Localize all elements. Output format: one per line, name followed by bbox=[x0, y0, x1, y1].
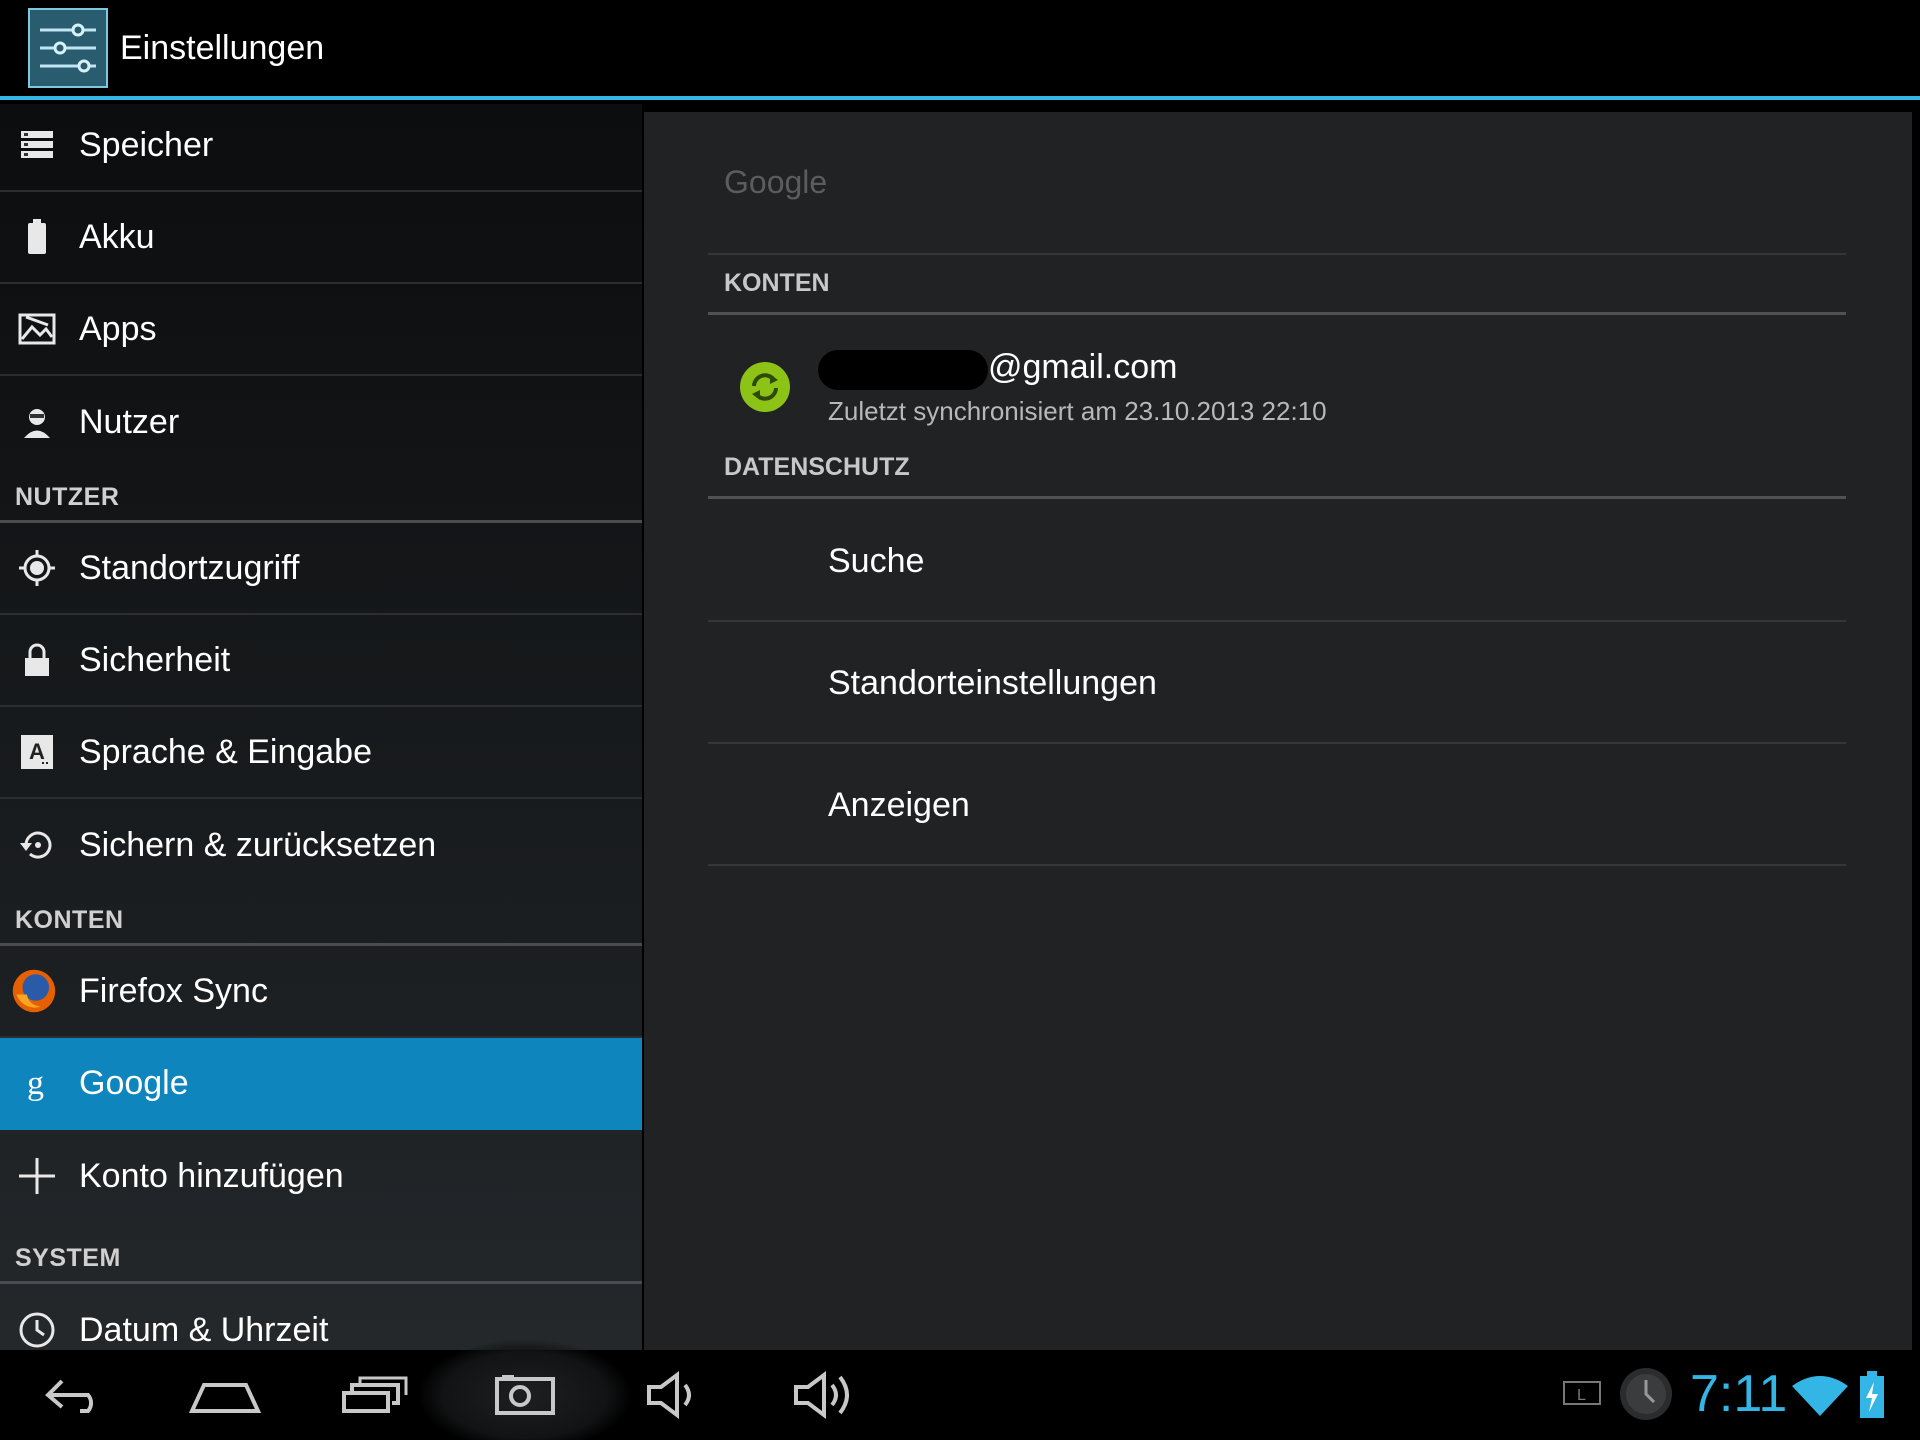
privacy-item-label: Anzeigen bbox=[828, 785, 970, 824]
settings-sliders-icon[interactable] bbox=[28, 8, 108, 88]
storage-icon bbox=[17, 125, 57, 165]
google-icon: g bbox=[17, 1063, 57, 1103]
list-item-label: Sichern & zurücksetzen bbox=[79, 825, 437, 864]
list-item-label: Sprache & Eingabe bbox=[79, 732, 372, 771]
list-item-standortzugriff[interactable]: Standortzugriff bbox=[0, 523, 642, 615]
account-email: @gmail.com bbox=[988, 348, 1178, 386]
list-item-nutzer[interactable]: Nutzer bbox=[0, 376, 642, 468]
backup-icon bbox=[17, 825, 57, 865]
section-header-datenschutz: DATENSCHUTZ bbox=[708, 439, 1846, 499]
account-row[interactable]: @gmail.com Zuletzt synchronisiert am 23.… bbox=[708, 330, 1846, 450]
redaction-mark bbox=[818, 350, 988, 390]
list-item-sprache-eingabe[interactable]: A Sprache & Eingabe bbox=[0, 707, 642, 799]
list-item-akku[interactable]: Akku bbox=[0, 192, 642, 284]
list-item-firefox-sync[interactable]: Firefox Sync bbox=[0, 946, 642, 1038]
section-header-label: KONTEN bbox=[15, 906, 124, 934]
language-icon: A bbox=[17, 732, 57, 772]
section-header-label: KONTEN bbox=[724, 269, 830, 297]
privacy-item-label: Suche bbox=[828, 541, 925, 580]
sync-status: Zuletzt synchronisiert am 23.10.2013 22:… bbox=[828, 396, 1327, 426]
alarm-clock-icon bbox=[1618, 1366, 1674, 1427]
section-header-konten: KONTEN bbox=[0, 890, 642, 946]
list-item-sichern-zuruecksetzen[interactable]: Sichern & zurücksetzen bbox=[0, 799, 642, 891]
firefox-icon bbox=[12, 969, 57, 1013]
list-item-google[interactable]: g Google bbox=[0, 1038, 642, 1130]
user-icon bbox=[17, 402, 57, 442]
privacy-item-anzeigen[interactable]: Anzeigen bbox=[708, 746, 1846, 866]
list-item-speicher[interactable]: Speicher bbox=[0, 104, 642, 192]
wifi-icon bbox=[1790, 1374, 1850, 1423]
sync-icon bbox=[740, 362, 790, 412]
list-item-label: Speicher bbox=[79, 125, 214, 164]
navigation-bar: L 7:11 bbox=[0, 1340, 1920, 1440]
privacy-item-standorteinstellungen[interactable]: Standorteinstellungen bbox=[708, 624, 1846, 744]
list-item-label: Sicherheit bbox=[79, 640, 231, 679]
battery-charging-icon bbox=[1858, 1370, 1886, 1425]
privacy-item-label: Standorteinstellungen bbox=[828, 663, 1157, 702]
keyboard-layout-icon: L bbox=[1562, 1380, 1602, 1411]
status-clock: 7:11 bbox=[1690, 1365, 1788, 1423]
home-icon[interactable] bbox=[170, 1360, 280, 1430]
section-header-konten: KONTEN bbox=[708, 255, 1846, 315]
action-bar: Einstellungen bbox=[0, 0, 1920, 100]
detail-pane: Google KONTEN @gmail.com Zuletzt synchro… bbox=[644, 112, 1912, 1350]
list-item-label: Apps bbox=[79, 309, 157, 348]
list-item-label: Standortzugriff bbox=[79, 548, 300, 587]
screenshot-icon[interactable] bbox=[470, 1360, 580, 1430]
section-header-label: DATENSCHUTZ bbox=[724, 453, 910, 481]
list-item-label: Datum & Uhrzeit bbox=[79, 1310, 329, 1349]
tablet-screen: Einstellungen Speicher Akku Apps Nutzer … bbox=[0, 0, 1920, 1440]
section-header-label: NUTZER bbox=[15, 483, 120, 511]
svg-text:L: L bbox=[1577, 1387, 1586, 1404]
app-title: Einstellungen bbox=[120, 28, 325, 67]
settings-category-list[interactable]: Speicher Akku Apps Nutzer NUTZER Standor… bbox=[0, 104, 642, 1350]
list-item-label: Google bbox=[79, 1063, 189, 1102]
section-header-nutzer: NUTZER bbox=[0, 467, 642, 523]
battery-icon bbox=[17, 217, 57, 257]
volume-down-icon[interactable] bbox=[620, 1360, 730, 1430]
back-icon[interactable] bbox=[20, 1360, 130, 1430]
list-item-konto-hinzufuegen[interactable]: Konto hinzufügen bbox=[0, 1130, 642, 1222]
list-item-label: Firefox Sync bbox=[79, 971, 268, 1010]
svg-text:A: A bbox=[29, 739, 45, 764]
detail-title: Google bbox=[724, 164, 828, 200]
recent-apps-icon[interactable] bbox=[320, 1360, 430, 1430]
clock-icon bbox=[17, 1310, 57, 1350]
list-item-apps[interactable]: Apps bbox=[0, 284, 642, 376]
section-header-system: SYSTEM bbox=[0, 1228, 642, 1284]
privacy-item-suche[interactable]: Suche bbox=[708, 502, 1846, 622]
lock-icon bbox=[17, 640, 57, 680]
section-header-label: SYSTEM bbox=[15, 1244, 121, 1272]
list-item-sicherheit[interactable]: Sicherheit bbox=[0, 615, 642, 707]
list-item-label: Akku bbox=[79, 217, 155, 256]
location-icon bbox=[17, 548, 57, 588]
list-item-label: Nutzer bbox=[79, 402, 180, 441]
plus-icon bbox=[17, 1156, 57, 1196]
list-item-label: Konto hinzufügen bbox=[79, 1156, 344, 1195]
apps-icon bbox=[17, 309, 57, 349]
volume-up-icon[interactable] bbox=[770, 1360, 880, 1430]
svg-text:g: g bbox=[27, 1065, 44, 1102]
